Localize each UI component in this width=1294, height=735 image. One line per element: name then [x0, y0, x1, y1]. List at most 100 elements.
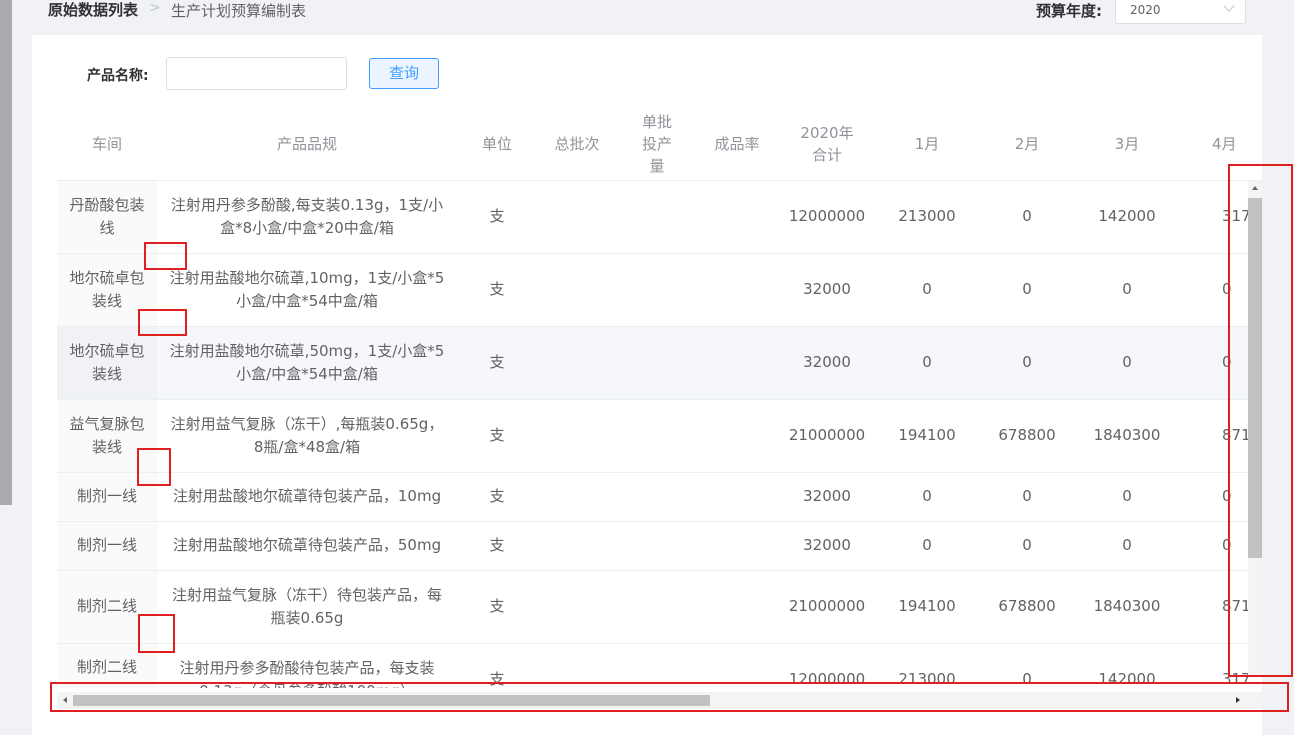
cell-batch-output: [617, 472, 697, 522]
table-row[interactable]: 地尔硫卓包装线 注射用盐酸地尔硫䓬,10mg，1支/小盒*5小盒/中盒*54中盒…: [57, 253, 1262, 327]
header-m1[interactable]: 1月: [877, 108, 977, 181]
cell-total: 32000: [777, 253, 877, 327]
cell-m2: 0: [977, 521, 1077, 571]
annotation-box: [50, 682, 1289, 712]
cell-spec: 注射用丹参多酚酸,每支装0.13g，1支/小盒*8小盒/中盒*20中盒/箱: [157, 180, 457, 254]
cell-m2: 678800: [977, 399, 1077, 473]
breadcrumb-current: 生产计划预算编制表: [171, 2, 307, 20]
cell-m3: 0: [1077, 326, 1177, 400]
product-name-label: 产品名称:: [87, 68, 149, 84]
cell-m3: 0: [1077, 472, 1177, 522]
sidebar-edge: [0, 0, 12, 505]
cell-batches: [537, 253, 617, 327]
cell-yield: [697, 253, 777, 327]
year-select-value: 2020: [1130, 3, 1161, 17]
cell-total: 21000000: [777, 399, 877, 473]
cell-spec: 注射用盐酸地尔硫䓬,10mg，1支/小盒*5小盒/中盒*54中盒/箱: [157, 253, 457, 327]
cell-batch-output: [617, 326, 697, 400]
table-row[interactable]: 丹酚酸包装线 注射用丹参多酚酸,每支装0.13g，1支/小盒*8小盒/中盒*20…: [57, 180, 1262, 254]
cell-batch-output: [617, 399, 697, 473]
table-row[interactable]: 制剂二线 注射用益气复脉（冻干）待包装产品，每瓶装0.65g 支 2100000…: [57, 570, 1262, 644]
cell-spec: 注射用益气复脉（冻干）,每瓶装0.65g，8瓶/盒*48盒/箱: [157, 399, 457, 473]
top-bar: 原始数据列表 > 生产计划预算编制表 预算年度: 2020: [48, 0, 1248, 24]
cell-m2: 0: [977, 180, 1077, 254]
cell-batches: [537, 570, 617, 644]
cell-unit: 支: [457, 521, 537, 571]
header-batch-output[interactable]: 单批投产量: [617, 108, 697, 181]
cell-spec: 注射用盐酸地尔硫䓬待包装产品，10mg: [157, 472, 457, 522]
cell-m1: 213000: [877, 180, 977, 254]
cell-m1: 0: [877, 326, 977, 400]
cell-unit: 支: [457, 570, 537, 644]
cell-spec: 注射用盐酸地尔硫䓬,50mg，1支/小盒*5小盒/中盒*54中盒/箱: [157, 326, 457, 400]
cell-yield: [697, 399, 777, 473]
cell-unit: 支: [457, 253, 537, 327]
cell-batches: [537, 180, 617, 254]
product-name-input[interactable]: [166, 57, 347, 90]
cell-m1: 0: [877, 472, 977, 522]
budget-table: 车间 产品品规 单位 总批次 单批投产量 成品率 2020年合计 1月 2月 3…: [57, 108, 1262, 688]
cell-m1: 0: [877, 253, 977, 327]
table-row[interactable]: 制剂一线 注射用盐酸地尔硫䓬待包装产品，10mg 支 32000 0 0 0 0: [57, 472, 1262, 522]
breadcrumb-separator-icon: >: [149, 0, 161, 16]
chevron-down-icon: [1223, 0, 1235, 12]
cell-batch-output: [617, 253, 697, 327]
cell-yield: [697, 326, 777, 400]
cell-batch-output: [617, 521, 697, 571]
cell-total: 12000000: [777, 180, 877, 254]
header-yield[interactable]: 成品率: [697, 108, 777, 181]
cell-batch-output: [617, 180, 697, 254]
year-select[interactable]: 2020: [1115, 0, 1246, 24]
cell-total: 32000: [777, 521, 877, 571]
cell-yield: [697, 570, 777, 644]
header-spec[interactable]: 产品品规: [157, 108, 457, 181]
cell-m3: 0: [1077, 521, 1177, 571]
cell-workshop: 地尔硫卓包装线: [57, 326, 157, 400]
cell-yield: [697, 472, 777, 522]
cell-total: 32000: [777, 472, 877, 522]
cell-m2: 0: [977, 253, 1077, 327]
cell-batches: [537, 399, 617, 473]
query-button[interactable]: 查询: [369, 58, 439, 89]
cell-unit: 支: [457, 399, 537, 473]
cell-batches: [537, 326, 617, 400]
table-row[interactable]: 制剂一线 注射用盐酸地尔硫䓬待包装产品，50mg 支 32000 0 0 0 0: [57, 521, 1262, 571]
cell-m2: 0: [977, 472, 1077, 522]
year-filter-label: 预算年度:: [1036, 2, 1102, 20]
table-row[interactable]: 益气复脉包装线 注射用益气复脉（冻干）,每瓶装0.65g，8瓶/盒*48盒/箱 …: [57, 399, 1262, 473]
annotation-box: [144, 242, 187, 270]
cell-unit: 支: [457, 326, 537, 400]
cell-batches: [537, 472, 617, 522]
budget-table-grid: 车间 产品品规 单位 总批次 单批投产量 成品率 2020年合计 1月 2月 3…: [57, 108, 1262, 688]
annotation-box: [1228, 164, 1293, 677]
cell-spec: 注射用盐酸地尔硫䓬待包装产品，50mg: [157, 521, 457, 571]
cell-total: 21000000: [777, 570, 877, 644]
header-m3[interactable]: 3月: [1077, 108, 1177, 181]
cell-m2: 678800: [977, 570, 1077, 644]
cell-m3: 1840300: [1077, 399, 1177, 473]
cell-m3: 0: [1077, 253, 1177, 327]
table-row[interactable]: 地尔硫卓包装线 注射用盐酸地尔硫䓬,50mg，1支/小盒*5小盒/中盒*54中盒…: [57, 326, 1262, 400]
annotation-box: [138, 614, 175, 653]
cell-m1: 194100: [877, 399, 977, 473]
cell-unit: 支: [457, 180, 537, 254]
header-m2[interactable]: 2月: [977, 108, 1077, 181]
breadcrumb-root[interactable]: 原始数据列表: [48, 0, 138, 20]
header-total[interactable]: 2020年合计: [777, 108, 877, 181]
cell-batches: [537, 521, 617, 571]
cell-workshop: 丹酚酸包装线: [57, 180, 157, 254]
annotation-box: [137, 448, 171, 486]
header-workshop[interactable]: 车间: [57, 108, 157, 181]
cell-m3: 1840300: [1077, 570, 1177, 644]
table-header-row: 车间 产品品规 单位 总批次 单批投产量 成品率 2020年合计 1月 2月 3…: [57, 108, 1262, 181]
cell-total: 32000: [777, 326, 877, 400]
cell-workshop: 制剂一线: [57, 521, 157, 571]
cell-unit: 支: [457, 472, 537, 522]
header-unit[interactable]: 单位: [457, 108, 537, 181]
cell-m1: 0: [877, 521, 977, 571]
cell-m2: 0: [977, 326, 1077, 400]
header-batches[interactable]: 总批次: [537, 108, 617, 181]
cell-m1: 194100: [877, 570, 977, 644]
cell-yield: [697, 180, 777, 254]
cell-yield: [697, 521, 777, 571]
